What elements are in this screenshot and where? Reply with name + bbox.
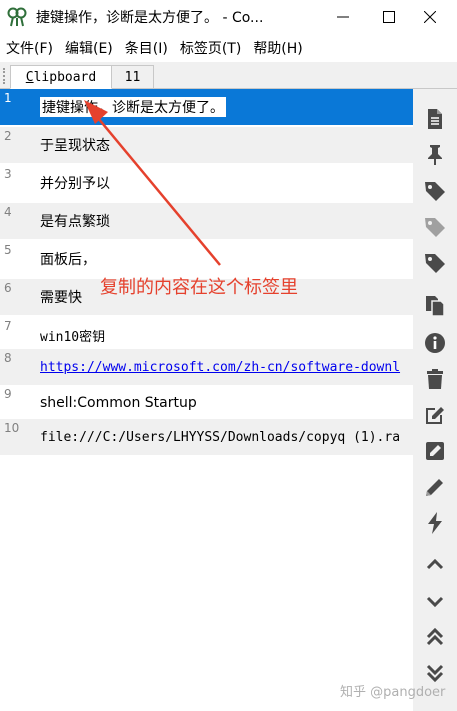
move-down-button[interactable] xyxy=(421,587,449,615)
menu-bar: 文件(F) 编辑(E) 条目(I) 标签页(T) 帮助(H) xyxy=(0,34,457,62)
menu-edit[interactable]: 编辑(E) xyxy=(59,38,119,58)
show-content-button[interactable] xyxy=(421,105,449,133)
item-number: 6 xyxy=(4,281,12,295)
copyq-octopus-icon[interactable] xyxy=(6,6,28,28)
edit-box-icon xyxy=(426,407,444,424)
item-text: 于呈现状态 xyxy=(40,138,110,154)
item-number: 3 xyxy=(4,167,12,181)
item-number: 4 xyxy=(4,205,12,219)
edit-external-button[interactable] xyxy=(421,473,449,501)
minimize-icon xyxy=(337,16,349,18)
action-button[interactable] xyxy=(421,509,449,537)
list-item[interactable]: 7 win10密钥 xyxy=(0,317,413,353)
list-item[interactable]: 2 于呈现状态 xyxy=(0,127,413,163)
menu-tabs[interactable]: 标签页(T) xyxy=(174,38,247,58)
copy-button[interactable] xyxy=(421,292,449,320)
item-number: 2 xyxy=(4,129,12,143)
tag-icon-2 xyxy=(425,254,445,273)
minimize-button[interactable] xyxy=(320,0,366,34)
list-item[interactable]: 4 是有点繁琐 xyxy=(0,203,413,239)
item-text: 并分别予以 xyxy=(40,176,110,192)
tab-clipboard[interactable]: Clipboard xyxy=(10,65,112,89)
list-item[interactable]: 8 https://www.microsoft.com/zh-cn/softwa… xyxy=(0,349,413,385)
item-number: 7 xyxy=(4,319,12,333)
maximize-button[interactable] xyxy=(366,0,412,34)
menu-item[interactable]: 条目(I) xyxy=(119,38,174,58)
item-text: win10密钥 xyxy=(40,329,106,345)
item-number: 10 xyxy=(4,421,20,435)
list-item[interactable]: 3 并分别予以 xyxy=(0,165,413,201)
window-title: 捷键操作，诊断是太方便了。 - Co... xyxy=(36,10,264,26)
chevron-down-icon xyxy=(426,596,444,608)
move-top-button[interactable] xyxy=(421,623,449,651)
tab-11[interactable]: 11 xyxy=(112,65,154,89)
item-number: 1 xyxy=(4,91,12,105)
delete-button[interactable] xyxy=(421,365,449,393)
edit-button[interactable] xyxy=(421,401,449,429)
list-item[interactable]: 9 shell:Common Startup xyxy=(0,385,413,421)
tag-icon xyxy=(425,182,445,201)
close-button[interactable] xyxy=(407,0,453,34)
menu-file[interactable]: 文件(F) xyxy=(0,38,59,58)
toolbar-grip[interactable] xyxy=(3,68,5,84)
info-button[interactable] xyxy=(421,329,449,357)
maximize-icon xyxy=(383,11,395,23)
item-actions-toolbar xyxy=(413,89,457,711)
item-number: 5 xyxy=(4,243,12,257)
tag-gray-button[interactable] xyxy=(421,213,449,241)
tag-button[interactable] xyxy=(421,177,449,205)
watermark: 知乎 @pangdoer xyxy=(340,685,446,700)
pin-button[interactable] xyxy=(421,141,449,169)
item-text: 需要快 xyxy=(40,290,82,306)
edit-square-icon xyxy=(426,442,444,460)
item-text: file:///C:/Users/LHYYSS/Downloads/copyq … xyxy=(40,429,401,445)
title-bar: 捷键操作，诊断是太方便了。 - Co... xyxy=(0,0,457,34)
remove-tag-button[interactable] xyxy=(421,249,449,277)
close-icon xyxy=(424,11,436,23)
item-text: 捷键操作，诊断是太方便了。 xyxy=(40,97,226,117)
item-number: 8 xyxy=(4,351,12,365)
tab-bar: Clipboard 11 xyxy=(0,62,457,89)
item-text: 面板后， xyxy=(40,252,96,268)
item-link[interactable]: https://www.microsoft.com/zh-cn/software… xyxy=(40,360,400,375)
move-up-button[interactable] xyxy=(421,551,449,579)
edit-notes-button[interactable] xyxy=(421,437,449,465)
pencil-icon xyxy=(426,479,443,496)
list-item[interactable]: 10 file:///C:/Users/LHYYSS/Downloads/cop… xyxy=(0,419,413,455)
double-chevron-up-icon xyxy=(426,627,444,646)
copy-icon xyxy=(426,296,445,317)
document-icon xyxy=(428,109,442,129)
pin-icon xyxy=(428,145,442,165)
item-text: shell:Common Startup xyxy=(40,395,197,411)
chevron-up-icon xyxy=(426,558,444,570)
list-item[interactable]: 5 面板后， xyxy=(0,241,413,277)
tab-11-label: 11 xyxy=(124,69,141,85)
tab-clipboard-mnemonic: C xyxy=(25,69,34,85)
info-icon xyxy=(425,333,445,353)
annotation-text: 复制的内容在这个标签里 xyxy=(100,277,298,298)
trash-icon xyxy=(427,369,443,389)
list-item[interactable]: 1 捷键操作，诊断是太方便了。 xyxy=(0,89,413,125)
item-number: 9 xyxy=(4,387,12,401)
menu-help[interactable]: 帮助(H) xyxy=(247,38,308,58)
item-text: 是有点繁琐 xyxy=(40,214,110,230)
tag-gray-icon xyxy=(425,218,445,237)
tab-clipboard-label: lipboard xyxy=(33,69,97,85)
bolt-icon xyxy=(428,512,442,534)
